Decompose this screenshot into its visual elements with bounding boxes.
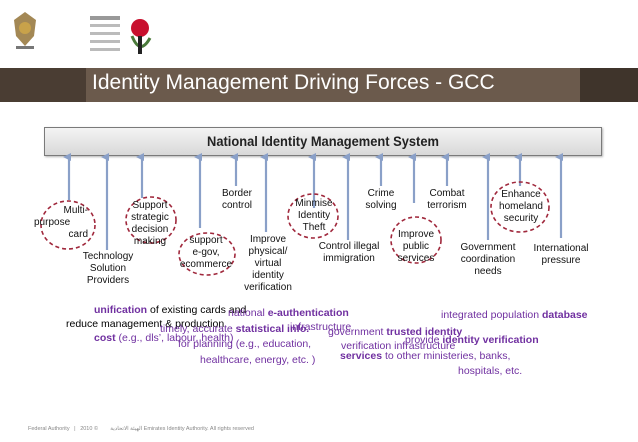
footer-arabic: الهيئة الاتحادية: [110, 426, 143, 432]
force-line: immigration: [323, 253, 375, 264]
footer-separator: |: [71, 426, 79, 432]
note-text: timely, accurate: [160, 323, 236, 335]
force-line: physical/: [248, 246, 288, 257]
force-line: Providers: [86, 275, 130, 286]
note-bold: services: [340, 350, 383, 362]
force-line: terrorism: [427, 200, 467, 211]
note-stat-line2: for planning (e.g., education,: [178, 338, 312, 350]
force-line: verification: [244, 282, 292, 293]
force-line: International: [533, 243, 589, 254]
force-combat-terrorism: Combat terrorism: [420, 188, 474, 212]
force-line: security: [503, 213, 539, 224]
force-multi-purpose-card: Multi- purpose card: [34, 205, 92, 241]
force-line: public: [402, 241, 430, 252]
force-line: needs: [474, 266, 502, 277]
note-stat-line1: timely, accurate statistical info.: [160, 323, 309, 336]
force-line: Combat: [429, 188, 465, 199]
force-improve-verification: Improve physical/ virtual identity verif…: [238, 234, 298, 294]
force-minimise-identity-theft: Minmise Identity Theft: [290, 198, 338, 234]
note-text: integrated population: [441, 309, 542, 321]
footer-org: Federal Authority: [28, 426, 70, 432]
force-line: Solution: [89, 263, 127, 274]
force-line: Minmise: [295, 198, 333, 209]
force-line: strategic: [131, 212, 169, 223]
force-line: ecommerce: [179, 259, 233, 270]
note-bold: identity verification: [442, 334, 539, 346]
force-line: Border: [221, 188, 252, 199]
force-line: control: [221, 200, 252, 211]
force-line: Improve: [397, 229, 435, 240]
force-line: e-gov,: [192, 247, 220, 258]
note-services-line2: services to other ministeries, banks,: [340, 350, 510, 363]
note-bold: cost: [94, 332, 116, 344]
note-eauth-line1: national e-authentication: [228, 307, 349, 320]
note-unification-line1: unification of existing cards and: [94, 304, 246, 317]
force-support-egov: support e-gov, ecommerce: [176, 235, 236, 271]
force-line: solving: [365, 200, 397, 211]
force-line: decision: [131, 224, 169, 235]
note-bold: unification: [94, 304, 148, 316]
force-government-coordination: Government coordination needs: [456, 242, 520, 278]
force-line: homeland: [499, 201, 543, 212]
note-services-line1: provide identity verification: [405, 334, 539, 347]
force-line: coordination: [460, 254, 516, 265]
force-line: Enhance: [501, 189, 541, 200]
force-line: Support: [132, 200, 168, 211]
note-bold: statistical info.: [235, 323, 310, 335]
force-line: services: [397, 253, 435, 264]
force-crime-solving: Crime solving: [360, 188, 402, 212]
note-bold: database: [542, 309, 588, 321]
force-line: Control illegal: [318, 241, 380, 252]
force-support-strategic-decision: Support strategic decision making: [122, 200, 178, 248]
note-text: to other ministeries, banks,: [382, 350, 511, 362]
note-database: integrated population database: [441, 309, 588, 322]
footer-gap: [100, 426, 109, 432]
force-international-pressure: International pressure: [526, 243, 596, 267]
force-line: virtual: [254, 258, 282, 269]
force-line: Government: [460, 242, 516, 253]
note-text: provide: [405, 334, 443, 346]
force-border-control: Border control: [214, 188, 260, 212]
force-line: identity: [252, 270, 284, 281]
force-line: Crime: [367, 188, 395, 199]
force-line: support: [189, 235, 223, 246]
force-improve-public-services: Improve public services: [394, 229, 438, 265]
force-line: making: [133, 236, 167, 247]
force-line: purpose: [34, 217, 71, 228]
force-line: Multi-: [63, 205, 88, 216]
force-line: Technology: [82, 251, 134, 262]
note-services-line3: hospitals, etc.: [458, 365, 523, 377]
force-line: Identity: [297, 210, 331, 221]
force-enhance-homeland-security: Enhance homeland security: [494, 189, 548, 225]
force-line: Theft: [302, 222, 326, 233]
note-stat-line3: healthcare, energy, etc. ): [200, 354, 316, 366]
force-control-illegal-immigration: Control illegal immigration: [312, 241, 386, 265]
note-text: national: [228, 307, 268, 319]
footer: Federal Authority | الهيئة الاتحادية © 2…: [28, 426, 254, 432]
force-technology-solution-providers: Technology Solution Providers: [80, 251, 136, 287]
force-line: Improve: [249, 234, 287, 245]
note-bold: e-authentication: [267, 307, 349, 319]
force-line: pressure: [541, 255, 581, 266]
note-text: government: [328, 326, 387, 338]
force-line: card: [68, 229, 88, 240]
